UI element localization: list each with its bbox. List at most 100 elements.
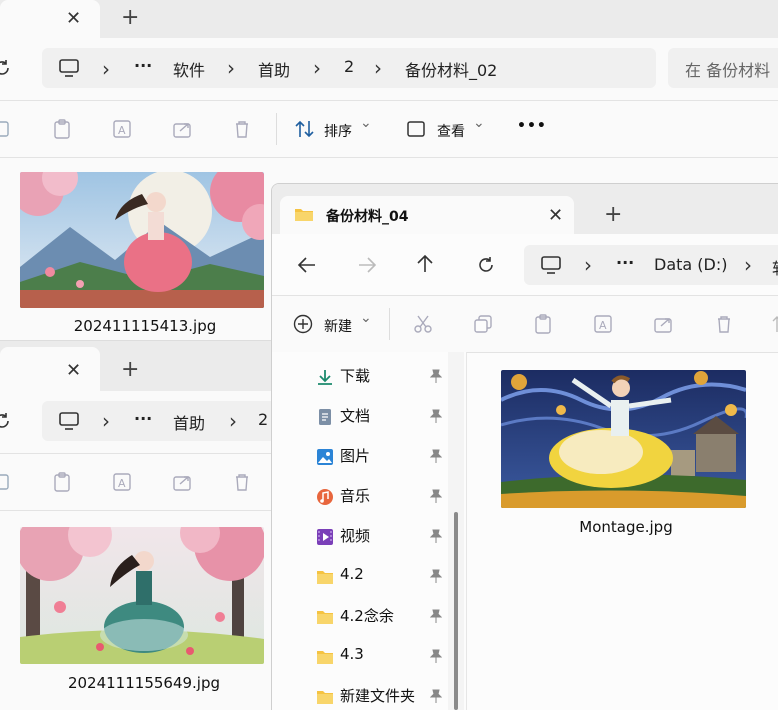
file-thumbnail[interactable] xyxy=(20,527,264,664)
chevron-right-icon[interactable]: › xyxy=(744,253,752,277)
new-plus-icon[interactable] xyxy=(293,314,313,334)
chevron-right-icon[interactable]: › xyxy=(374,56,382,80)
share-icon[interactable] xyxy=(172,119,194,139)
paste-icon[interactable] xyxy=(52,471,72,493)
nav-item-label: 文档 xyxy=(340,407,371,425)
new-button-label[interactable]: 新建 xyxy=(324,316,352,336)
nav-item-downloads[interactable]: 下载 xyxy=(272,356,450,396)
file-name[interactable]: Montage.jpg xyxy=(501,518,751,536)
breadcrumb-item[interactable]: 2 xyxy=(258,410,268,429)
new-tab-icon[interactable]: + xyxy=(121,359,139,381)
refresh-icon[interactable] xyxy=(0,58,12,78)
paste-icon[interactable] xyxy=(52,118,72,140)
nav-item-folder-4-3[interactable]: 4.3 xyxy=(272,636,450,676)
up-arrow-icon[interactable] xyxy=(416,254,434,274)
tab-active[interactable] xyxy=(0,0,100,38)
address-bar[interactable]: › ··· 首助 › 2 xyxy=(42,401,272,441)
address-bar[interactable]: › ··· 软件 › 首助 › 2 › 备份材料_02 xyxy=(42,48,656,88)
file-thumbnail[interactable] xyxy=(501,370,746,508)
breadcrumb-item[interactable]: 首助 xyxy=(258,57,290,81)
copy-icon[interactable] xyxy=(473,314,493,334)
chevron-right-icon[interactable]: › xyxy=(229,409,237,433)
nav-item-music[interactable]: 音乐 xyxy=(272,476,450,516)
breadcrumb-item[interactable]: 首助 xyxy=(173,410,205,434)
pin-icon[interactable] xyxy=(430,609,442,623)
folder-icon xyxy=(317,611,333,624)
breadcrumb-item[interactable]: 软件 xyxy=(173,57,205,81)
breadcrumb-item[interactable]: 备份材料_02 xyxy=(405,57,497,81)
search-box[interactable]: 在 备份材料 xyxy=(668,48,778,88)
nav-item-folder-4-2-nianyu[interactable]: 4.2念余 xyxy=(272,596,450,636)
rename-icon[interactable] xyxy=(0,472,12,492)
file-thumbnail[interactable] xyxy=(20,172,264,308)
share-icon[interactable] xyxy=(172,472,194,492)
pictures-icon xyxy=(317,449,333,465)
refresh-icon[interactable] xyxy=(0,411,12,431)
sort-icon[interactable] xyxy=(294,119,316,139)
forward-arrow-icon[interactable] xyxy=(357,256,377,274)
share-icon[interactable] xyxy=(653,314,675,334)
folder-icon xyxy=(317,691,333,704)
pin-icon[interactable] xyxy=(430,529,442,543)
chevron-right-icon[interactable]: › xyxy=(227,56,235,80)
delete-icon[interactable] xyxy=(714,314,734,334)
pin-icon[interactable] xyxy=(430,409,442,423)
tab-close-icon[interactable]: ✕ xyxy=(66,362,81,380)
view-button-label[interactable]: 查看 xyxy=(437,121,465,141)
view-icon[interactable] xyxy=(406,119,426,139)
explorer-window-front: 备份材料_04 ✕ + › ··· Data (D:) › 软 新建 ⌄ A 下… xyxy=(271,183,778,710)
breadcrumb-ellipsis[interactable]: ··· xyxy=(134,56,152,75)
pin-icon[interactable] xyxy=(430,449,442,463)
breadcrumb-ellipsis[interactable]: ··· xyxy=(134,409,152,428)
address-bar[interactable]: › ··· Data (D:) › 软 xyxy=(524,245,778,285)
chevron-down-icon[interactable]: ⌄ xyxy=(360,310,372,326)
chevron-down-icon[interactable]: ⌄ xyxy=(473,115,485,131)
nav-item-label: 下载 xyxy=(340,367,371,385)
command-bar: A xyxy=(0,453,272,511)
rename-icon[interactable] xyxy=(0,119,12,139)
delete-icon[interactable] xyxy=(232,472,252,492)
pin-icon[interactable] xyxy=(430,649,442,663)
sort-button-label[interactable]: 排序 xyxy=(324,121,352,141)
new-tab-icon[interactable]: + xyxy=(604,204,622,226)
pin-icon[interactable] xyxy=(430,569,442,583)
tab-active[interactable] xyxy=(0,347,100,391)
cut-icon[interactable] xyxy=(413,314,433,334)
pin-icon[interactable] xyxy=(430,689,442,703)
file-name[interactable]: 202411115413.jpg xyxy=(20,317,270,335)
tab-close-icon[interactable]: ✕ xyxy=(66,10,81,28)
new-tab-icon[interactable]: + xyxy=(121,7,139,29)
delete-icon[interactable] xyxy=(232,119,252,139)
nav-item-folder-4-2[interactable]: 4.2 xyxy=(272,556,450,596)
back-arrow-icon[interactable] xyxy=(297,256,317,274)
sort-icon[interactable] xyxy=(771,314,778,334)
breadcrumb-ellipsis[interactable]: ··· xyxy=(616,253,634,272)
pin-icon[interactable] xyxy=(430,369,442,383)
breadcrumb-item[interactable]: 2 xyxy=(344,57,354,76)
chevron-down-icon[interactable]: ⌄ xyxy=(360,115,372,131)
nav-item-documents[interactable]: 文档 xyxy=(272,396,450,436)
video-icon xyxy=(317,529,333,545)
pin-icon[interactable] xyxy=(430,489,442,503)
chevron-right-icon[interactable]: › xyxy=(313,56,321,80)
rename-text-icon[interactable]: A xyxy=(592,313,614,335)
breadcrumb-item[interactable]: 软 xyxy=(772,255,778,279)
chevron-right-icon[interactable]: › xyxy=(102,409,110,433)
scrollbar-thumb[interactable] xyxy=(454,512,458,710)
folder-icon xyxy=(295,209,313,221)
chevron-right-icon[interactable]: › xyxy=(584,253,592,277)
nav-item-pictures[interactable]: 图片 xyxy=(272,436,450,476)
refresh-icon[interactable] xyxy=(476,255,496,275)
music-icon xyxy=(317,489,333,505)
file-name[interactable]: 2024111155649.jpg xyxy=(14,674,272,692)
tab-active[interactable]: 备份材料_04 xyxy=(280,196,574,234)
chevron-right-icon[interactable]: › xyxy=(102,57,110,81)
nav-item-new-folder[interactable]: 新建文件夹 xyxy=(272,676,450,710)
rename-text-icon[interactable]: A xyxy=(111,471,133,493)
paste-icon[interactable] xyxy=(533,313,553,335)
breadcrumb-item[interactable]: Data (D:) xyxy=(654,255,727,274)
nav-item-videos[interactable]: 视频 xyxy=(272,516,450,556)
rename-text-icon[interactable]: A xyxy=(111,118,133,140)
tab-close-icon[interactable]: ✕ xyxy=(548,207,563,225)
more-options-icon[interactable]: ••• xyxy=(517,118,547,134)
